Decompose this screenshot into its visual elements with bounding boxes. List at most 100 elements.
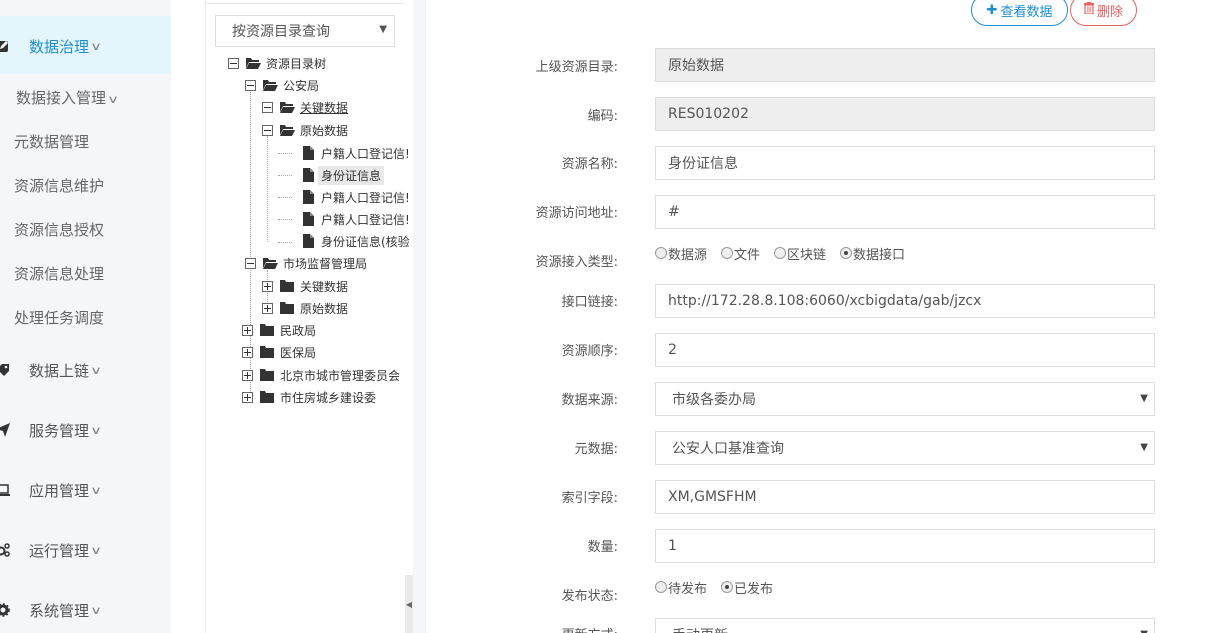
- file-icon: [300, 234, 316, 248]
- tree-query-mode-select[interactable]: 按资源目录查询 ▼: [215, 15, 395, 47]
- tree-node-label: 市场监督管理局: [283, 256, 368, 271]
- tree-node-leaf[interactable]: 户籍人口登记信!: [294, 209, 413, 229]
- access-url-value: #: [668, 204, 680, 220]
- sidebar-subitem-resource-auth[interactable]: 资源信息授权: [14, 219, 104, 240]
- sidebar-item-app-mgmt[interactable]: 应用管理 ∨: [0, 470, 102, 510]
- sidebar-item-label: 服务管理: [29, 421, 90, 440]
- tree-node-city-management[interactable]: 北京市城市管理委员会: [242, 365, 403, 385]
- expand-toggle-icon[interactable]: [262, 302, 273, 314]
- file-icon: [300, 212, 316, 226]
- radio-datasource[interactable]: 数据源: [655, 244, 707, 263]
- tree-node-root[interactable]: 资源目录树: [228, 53, 329, 73]
- expand-toggle-icon[interactable]: [242, 346, 253, 358]
- index-fields-input[interactable]: XM,GMSFHM: [655, 480, 1155, 514]
- tree-node-housing[interactable]: 市住房城乡建设委: [242, 387, 379, 407]
- publish-status-radio-group: 待发布 已发布: [655, 577, 787, 597]
- tree-node-leaf[interactable]: 户籍人口登记信!: [294, 187, 413, 207]
- tree-node-key-data-2[interactable]: 关键数据: [262, 276, 351, 296]
- radio-circle[interactable]: [721, 247, 734, 259]
- sidebar-subitem-data-access[interactable]: 数据接入管理∨: [16, 87, 119, 108]
- radio-published[interactable]: 已发布: [721, 578, 773, 597]
- radio-blockchain[interactable]: 区块链: [774, 244, 826, 263]
- folder-open-icon: [245, 56, 261, 70]
- resource-name-value: 身份证信息: [668, 156, 738, 172]
- update-mode-select[interactable]: 手动更新 ▼: [655, 618, 1155, 633]
- radio-label: 待发布: [668, 581, 708, 597]
- radio-circle[interactable]: [655, 581, 667, 593]
- expand-toggle-icon[interactable]: [242, 391, 253, 403]
- tree-node-label: 医保局: [280, 345, 317, 360]
- tree-node-key-data[interactable]: 关键数据: [262, 97, 351, 117]
- expand-toggle-icon[interactable]: [262, 280, 273, 292]
- sidebar-item-label: 数据上链: [29, 361, 90, 380]
- tree-node-leaf[interactable]: 身份证信息(核验: [294, 231, 413, 251]
- tree-node-label: 关键数据: [300, 279, 349, 294]
- tree-node-label: 民政局: [280, 323, 317, 338]
- tree-node-leaf[interactable]: 户籍人口登记信!: [294, 143, 413, 163]
- data-source-label: 数据来源:: [561, 393, 618, 408]
- gear-icon: [0, 603, 10, 617]
- sidebar-subitem-metadata[interactable]: 元数据管理: [14, 131, 89, 152]
- tree-node-label: 身份证信息(核验: [321, 234, 410, 249]
- tree-node-civil-affairs[interactable]: 民政局: [242, 320, 319, 340]
- collapse-toggle-icon[interactable]: [245, 79, 256, 91]
- panel-collapse-handle[interactable]: ◀: [405, 575, 413, 633]
- sidebar-subitem-resource-process[interactable]: 资源信息处理: [14, 263, 104, 284]
- sidebar-subitem-resource-maintain[interactable]: 资源信息维护: [14, 175, 104, 196]
- folder-icon: [279, 279, 295, 293]
- tree-node-raw-data-2[interactable]: 原始数据: [262, 298, 351, 318]
- expand-toggle-icon[interactable]: [242, 324, 253, 336]
- tree-connector: [278, 153, 292, 154]
- collapse-toggle-icon[interactable]: [262, 124, 273, 136]
- access-url-input[interactable]: #: [655, 195, 1155, 229]
- file-icon: [300, 190, 316, 204]
- sidebar-subitem-label: 数据接入管理: [16, 89, 107, 107]
- chevron-down-icon: ∨: [90, 363, 103, 377]
- view-data-button[interactable]: ✚ 查看数据: [971, 0, 1068, 26]
- delete-button[interactable]: 删除: [1070, 0, 1137, 26]
- sidebar-item-service-mgmt[interactable]: 服务管理 ∨: [0, 410, 102, 450]
- folder-icon: [259, 323, 275, 337]
- tree-node-raw-data[interactable]: 原始数据: [262, 120, 351, 140]
- quantity-label: 数量:: [587, 540, 618, 555]
- expand-toggle-icon[interactable]: [242, 369, 253, 381]
- tree-node-medical-insurance[interactable]: 医保局: [242, 342, 319, 362]
- collapse-toggle-icon[interactable]: [262, 101, 273, 113]
- quantity-input[interactable]: 1: [655, 529, 1155, 563]
- radio-circle-checked[interactable]: [840, 247, 853, 259]
- radio-circle-checked[interactable]: [721, 581, 734, 593]
- tree-node-label: 资源目录树: [266, 56, 327, 71]
- radio-circle[interactable]: [774, 247, 787, 259]
- sidebar-item-data-chain[interactable]: 数据上链 ∨: [0, 350, 103, 390]
- collapse-toggle-icon[interactable]: [245, 257, 256, 269]
- resource-name-input[interactable]: 身份证信息: [655, 146, 1155, 180]
- tree-node-public-security[interactable]: 公安局: [245, 75, 322, 95]
- sidebar-item-data-governance[interactable]: 数据治理 ∨: [0, 26, 102, 66]
- tree-node-leaf-selected[interactable]: 身份证信息: [294, 165, 385, 185]
- data-source-value: 市级各委办局: [672, 392, 756, 408]
- data-source-select[interactable]: 市级各委办局 ▼: [655, 382, 1155, 416]
- order-input[interactable]: 2: [655, 333, 1155, 367]
- tree-connector: [278, 219, 292, 220]
- metadata-value: 公安人口基准查询: [672, 441, 784, 457]
- trash-icon: [1083, 2, 1094, 18]
- metadata-select[interactable]: 公安人口基准查询 ▼: [655, 431, 1155, 465]
- tree-node-label: 北京市城市管理委员会: [280, 368, 401, 383]
- sidebar-item-ops-mgmt[interactable]: 运行管理 ∨: [0, 530, 102, 570]
- tree-node-label: 户籍人口登记信!: [321, 146, 410, 161]
- collapse-toggle-icon[interactable]: [228, 57, 239, 69]
- code-field: RES010202: [655, 97, 1155, 131]
- access-type-radio-group: 数据源 文件 区块链 数据接口: [655, 243, 919, 263]
- code-value: RES010202: [668, 106, 749, 122]
- tree-node-market-supervision[interactable]: 市场监督管理局: [245, 253, 370, 273]
- chevron-down-icon: ∨: [90, 603, 103, 617]
- view-data-label: 查看数据: [1000, 4, 1053, 20]
- interface-link-input[interactable]: http://172.28.8.108:6060/xcbigdata/gab/j…: [655, 284, 1155, 318]
- sidebar-item-system-mgmt[interactable]: 系统管理 ∨: [0, 590, 103, 630]
- radio-file[interactable]: 文件: [721, 244, 760, 263]
- radio-circle[interactable]: [655, 247, 667, 259]
- radio-data-interface[interactable]: 数据接口: [840, 244, 905, 263]
- sidebar-item-label: 系统管理: [29, 601, 90, 620]
- sidebar-subitem-task-schedule[interactable]: 处理任务调度: [14, 307, 104, 328]
- radio-pending[interactable]: 待发布: [655, 578, 707, 597]
